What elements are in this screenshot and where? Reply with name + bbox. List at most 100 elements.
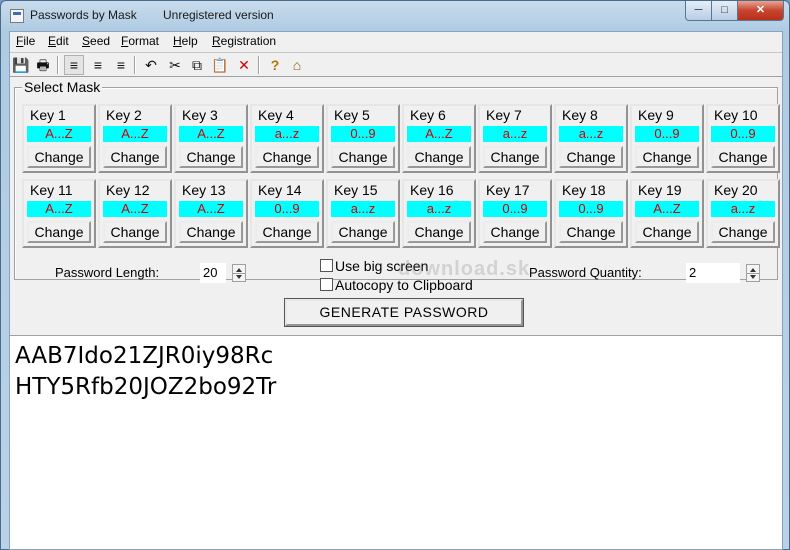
generate-password-button[interactable]: GENERATE PASSWORD — [285, 299, 523, 326]
key-label: Key 8 — [562, 107, 598, 123]
key-cell-13: Key 13 A...Z Change — [174, 179, 248, 248]
key-change-button[interactable]: Change — [407, 146, 471, 168]
window-controls: ─ □ ✕ — [685, 1, 784, 21]
menu-seed[interactable]: Seed — [82, 34, 110, 48]
key-change-button[interactable]: Change — [331, 221, 395, 243]
key-change-button[interactable]: Change — [27, 146, 91, 168]
password-quantity-input[interactable]: 2 — [686, 263, 740, 283]
key-label: Key 7 — [486, 107, 522, 123]
password-length-input[interactable]: 20 — [200, 263, 226, 283]
key-mask-value: a...z — [559, 126, 623, 142]
copy-icon[interactable]: ⧉ — [187, 55, 207, 75]
menu-help[interactable]: Help — [173, 34, 198, 48]
key-change-button[interactable]: Change — [27, 221, 91, 243]
close-button[interactable]: ✕ — [738, 1, 784, 21]
big-screen-checkbox[interactable] — [320, 259, 333, 272]
menu-edit[interactable]: Edit — [48, 34, 69, 48]
key-mask-value: A...Z — [103, 201, 167, 217]
key-label: Key 12 — [106, 182, 150, 198]
minimize-button[interactable]: ─ — [685, 1, 712, 21]
password-length-label: Password Length: — [55, 265, 160, 280]
key-change-button[interactable]: Change — [179, 221, 243, 243]
key-mask-value: A...Z — [635, 201, 699, 217]
key-mask-value: a...z — [711, 201, 775, 217]
key-change-button[interactable]: Change — [255, 146, 319, 168]
key-cell-8: Key 8 a...z Change — [554, 104, 628, 173]
key-mask-value: a...z — [483, 126, 547, 142]
title-bar[interactable]: Passwords by Mask Unregistered version ─… — [1, 1, 789, 31]
align-left-icon[interactable]: ≡ — [64, 55, 84, 75]
key-change-button[interactable]: Change — [559, 221, 623, 243]
key-cell-1: Key 1 A...Z Change — [22, 104, 96, 173]
key-change-button[interactable]: Change — [559, 146, 623, 168]
app-icon — [10, 9, 24, 23]
cut-icon[interactable]: ✂ — [165, 55, 185, 75]
password-length-spinner[interactable] — [232, 264, 246, 282]
key-label: Key 16 — [410, 182, 454, 198]
align-center-icon[interactable]: ≡ — [88, 55, 108, 75]
menu-file[interactable]: File — [16, 34, 35, 48]
key-label: Key 6 — [410, 107, 446, 123]
window-title: Passwords by Mask — [30, 8, 137, 22]
paste-icon[interactable]: 📋 — [210, 55, 230, 75]
key-label: Key 11 — [30, 182, 73, 198]
align-right-icon[interactable]: ≡ — [111, 55, 131, 75]
maximize-button[interactable]: □ — [712, 1, 738, 21]
save-icon[interactable]: 💾 — [11, 55, 31, 75]
key-change-button[interactable]: Change — [103, 221, 167, 243]
key-mask-value: a...z — [255, 126, 319, 142]
password-quantity-spinner[interactable] — [746, 264, 760, 282]
print-icon[interactable]: 🖶 — [33, 55, 53, 75]
key-label: Key 10 — [714, 107, 758, 123]
toolbar-separator — [57, 56, 59, 74]
key-cell-10: Key 10 0...9 Change — [706, 104, 780, 173]
watermark: download.sk — [398, 258, 531, 280]
key-cell-20: Key 20 a...z Change — [706, 179, 780, 248]
home-icon[interactable]: ⌂ — [287, 55, 307, 75]
key-change-button[interactable]: Change — [255, 221, 319, 243]
undo-icon[interactable]: ↶ — [141, 55, 161, 75]
key-cell-15: Key 15 a...z Change — [326, 179, 400, 248]
key-label: Key 15 — [334, 182, 378, 198]
key-label: Key 2 — [106, 107, 142, 123]
menu-format[interactable]: Format — [121, 34, 159, 48]
key-change-button[interactable]: Change — [407, 221, 471, 243]
key-change-button[interactable]: Change — [331, 146, 395, 168]
key-label: Key 1 — [30, 107, 66, 123]
key-mask-value: A...Z — [407, 126, 471, 142]
key-cell-2: Key 2 A...Z Change — [98, 104, 172, 173]
app-window: Passwords by Mask Unregistered version ─… — [0, 0, 790, 550]
key-change-button[interactable]: Change — [103, 146, 167, 168]
key-mask-value: a...z — [407, 201, 471, 217]
registration-status: Unregistered version — [163, 8, 274, 22]
key-label: Key 5 — [334, 107, 370, 123]
key-cell-18: Key 18 0...9 Change — [554, 179, 628, 248]
key-mask-value: 0...9 — [255, 201, 319, 217]
key-cell-7: Key 7 a...z Change — [478, 104, 552, 173]
help-icon[interactable]: ? — [265, 55, 285, 75]
key-change-button[interactable]: Change — [179, 146, 243, 168]
client-area: File Edit Seed Format Help Registration … — [9, 31, 783, 550]
key-mask-value: 0...9 — [635, 126, 699, 142]
key-mask-value: 0...9 — [559, 201, 623, 217]
autocopy-checkbox[interactable] — [320, 278, 333, 291]
key-change-button[interactable]: Change — [711, 146, 775, 168]
key-mask-value: 0...9 — [331, 126, 395, 142]
password-line: AAB7Ido21ZJR0iy98Rc — [15, 343, 274, 369]
key-cell-11: Key 11 A...Z Change — [22, 179, 96, 248]
key-change-button[interactable]: Change — [635, 146, 699, 168]
key-label: Key 4 — [258, 107, 294, 123]
key-change-button[interactable]: Change — [711, 221, 775, 243]
delete-icon[interactable]: ✕ — [234, 55, 254, 75]
key-change-button[interactable]: Change — [483, 221, 547, 243]
key-change-button[interactable]: Change — [483, 146, 547, 168]
menu-registration[interactable]: Registration — [212, 34, 276, 48]
key-change-button[interactable]: Change — [635, 221, 699, 243]
toolbar-separator — [134, 56, 136, 74]
key-cell-19: Key 19 A...Z Change — [630, 179, 704, 248]
key-label: Key 14 — [258, 182, 302, 198]
key-mask-value: A...Z — [27, 201, 91, 217]
key-label: Key 13 — [182, 182, 226, 198]
key-cell-12: Key 12 A...Z Change — [98, 179, 172, 248]
password-output[interactable]: AAB7Ido21ZJR0iy98Rc HTY5Rfb20JOZ2bo92Tr — [10, 335, 782, 549]
